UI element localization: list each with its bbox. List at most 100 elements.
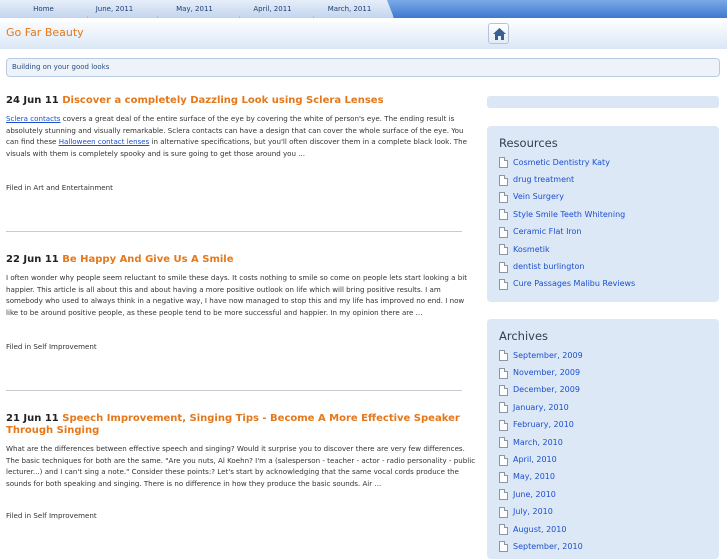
resources-title: Resources [499, 136, 558, 150]
resource-item[interactable]: Cure Passages Malibu Reviews [499, 276, 635, 293]
archive-item[interactable]: July, 2010 [499, 504, 583, 521]
resource-item[interactable]: drug treatment [499, 171, 635, 188]
site-title[interactable]: Go Far Beauty [6, 26, 84, 39]
resource-item[interactable]: Ceramic Flat Iron [499, 224, 635, 241]
archive-link[interactable]: February, 2010 [513, 418, 574, 432]
tagline-box: Building on your good looks [6, 58, 720, 77]
sidebar-top-strip [487, 96, 719, 108]
post-1: 24 Jun 11 Discover a completely Dazzling… [6, 95, 476, 159]
resource-item[interactable]: Kosmetik [499, 241, 635, 258]
document-icon [499, 367, 508, 379]
post-title[interactable]: Be Happy And Give Us A Smile [62, 254, 233, 265]
home-button[interactable] [488, 23, 509, 44]
resource-item[interactable]: Vein Surgery [499, 189, 635, 206]
document-icon [499, 506, 508, 518]
archive-link[interactable]: May, 2010 [513, 470, 555, 484]
post-divider [6, 390, 462, 391]
resource-item[interactable]: dentist burlington [499, 258, 635, 275]
post-2: 22 Jun 11 Be Happy And Give Us A Smile I… [6, 254, 476, 318]
document-icon [499, 541, 508, 553]
archive-item[interactable]: December, 2009 [499, 382, 583, 399]
resource-item[interactable]: Style Smile Teeth Whitening [499, 206, 635, 223]
resource-link[interactable]: drug treatment [513, 173, 574, 187]
sclera-contacts-link[interactable]: Sclera contacts [6, 114, 61, 123]
post-excerpt: Sclera contacts covers a great deal of t… [6, 113, 476, 159]
document-icon [499, 402, 508, 414]
document-icon [499, 419, 508, 431]
post-category: Filed in Self Improvement [6, 342, 97, 351]
post-category: Filed in Self Improvement [6, 511, 97, 520]
archive-link[interactable]: April, 2010 [513, 453, 557, 467]
archive-item[interactable]: May, 2010 [499, 469, 583, 486]
site-header: Go Far Beauty [0, 18, 727, 49]
archive-link[interactable]: July, 2010 [513, 505, 553, 519]
post-divider [6, 231, 462, 232]
document-icon [499, 471, 508, 483]
resource-link[interactable]: Ceramic Flat Iron [513, 225, 582, 239]
post-date: 22 Jun 11 [6, 254, 59, 265]
top-nav-bar: March, 2011 April, 2011 May, 2011 June, … [0, 0, 727, 18]
archive-link[interactable]: January, 2010 [513, 401, 569, 415]
resource-link[interactable]: Cosmetic Dentistry Katy [513, 156, 610, 170]
post-heading: 21 Jun 11 Speech Improvement, Singing Ti… [6, 413, 476, 437]
document-icon [499, 384, 508, 396]
document-icon [499, 489, 508, 501]
archive-item[interactable]: June, 2010 [499, 486, 583, 503]
document-icon [499, 261, 508, 273]
resource-link[interactable]: Style Smile Teeth Whitening [513, 208, 625, 222]
archive-item[interactable]: August, 2010 [499, 521, 583, 538]
post-category: Filed in Art and Entertainment [6, 183, 113, 192]
tab-home[interactable]: Home [0, 0, 88, 18]
archive-link[interactable]: December, 2009 [513, 383, 580, 397]
post-excerpt: I often wonder why people seem reluctant… [6, 273, 467, 317]
document-icon [499, 350, 508, 362]
document-icon [499, 226, 508, 238]
tab-april-2011[interactable]: April, 2011 [232, 0, 314, 18]
document-icon [499, 174, 508, 186]
resources-widget: Resources Cosmetic Dentistry Katy drug t… [487, 126, 719, 302]
document-icon [499, 209, 508, 221]
resource-link[interactable]: dentist burlington [513, 260, 584, 274]
resource-link[interactable]: Vein Surgery [513, 190, 564, 204]
archive-link[interactable]: June, 2010 [513, 488, 556, 502]
home-icon [493, 28, 506, 40]
document-icon [499, 244, 508, 256]
archive-link[interactable]: November, 2009 [513, 366, 580, 380]
post-title[interactable]: Speech Improvement, Singing Tips - Becom… [6, 413, 460, 436]
archives-title: Archives [499, 329, 549, 343]
post-date: 21 Jun 11 [6, 413, 59, 424]
archives-widget: Archives September, 2009 November, 2009 … [487, 319, 719, 559]
document-icon [499, 524, 508, 536]
archive-item[interactable]: September, 2009 [499, 347, 583, 364]
halloween-contacts-link[interactable]: Halloween contact lenses [59, 137, 150, 146]
tab-may-2011[interactable]: May, 2011 [150, 0, 240, 18]
document-icon [499, 191, 508, 203]
document-icon [499, 278, 508, 290]
tab-march-2011[interactable]: March, 2011 [306, 0, 394, 18]
archive-link[interactable]: August, 2010 [513, 523, 566, 537]
post-heading: 24 Jun 11 Discover a completely Dazzling… [6, 95, 476, 107]
document-icon [499, 437, 508, 449]
archive-item[interactable]: November, 2009 [499, 364, 583, 381]
resources-list: Cosmetic Dentistry Katy drug treatment V… [499, 154, 635, 293]
archives-list: September, 2009 November, 2009 December,… [499, 347, 583, 556]
archive-item[interactable]: September, 2010 [499, 538, 583, 555]
document-icon [499, 157, 508, 169]
archive-item[interactable]: March, 2010 [499, 434, 583, 451]
resource-item[interactable]: Cosmetic Dentistry Katy [499, 154, 635, 171]
resource-link[interactable]: Cure Passages Malibu Reviews [513, 277, 635, 291]
post-excerpt: What are the differences between effecti… [6, 444, 476, 488]
archive-item[interactable]: April, 2010 [499, 451, 583, 468]
archive-link[interactable]: September, 2010 [513, 540, 583, 554]
resource-link[interactable]: Kosmetik [513, 243, 550, 257]
post-title[interactable]: Discover a completely Dazzling Look usin… [62, 95, 383, 106]
archive-link[interactable]: March, 2010 [513, 436, 563, 450]
post-heading: 22 Jun 11 Be Happy And Give Us A Smile [6, 254, 476, 266]
post-date: 24 Jun 11 [6, 95, 59, 106]
archive-item[interactable]: January, 2010 [499, 399, 583, 416]
document-icon [499, 454, 508, 466]
archive-item[interactable]: February, 2010 [499, 417, 583, 434]
post-3: 21 Jun 11 Speech Improvement, Singing Ti… [6, 413, 476, 489]
tagline: Building on your good looks [12, 63, 110, 71]
archive-link[interactable]: September, 2009 [513, 349, 583, 363]
